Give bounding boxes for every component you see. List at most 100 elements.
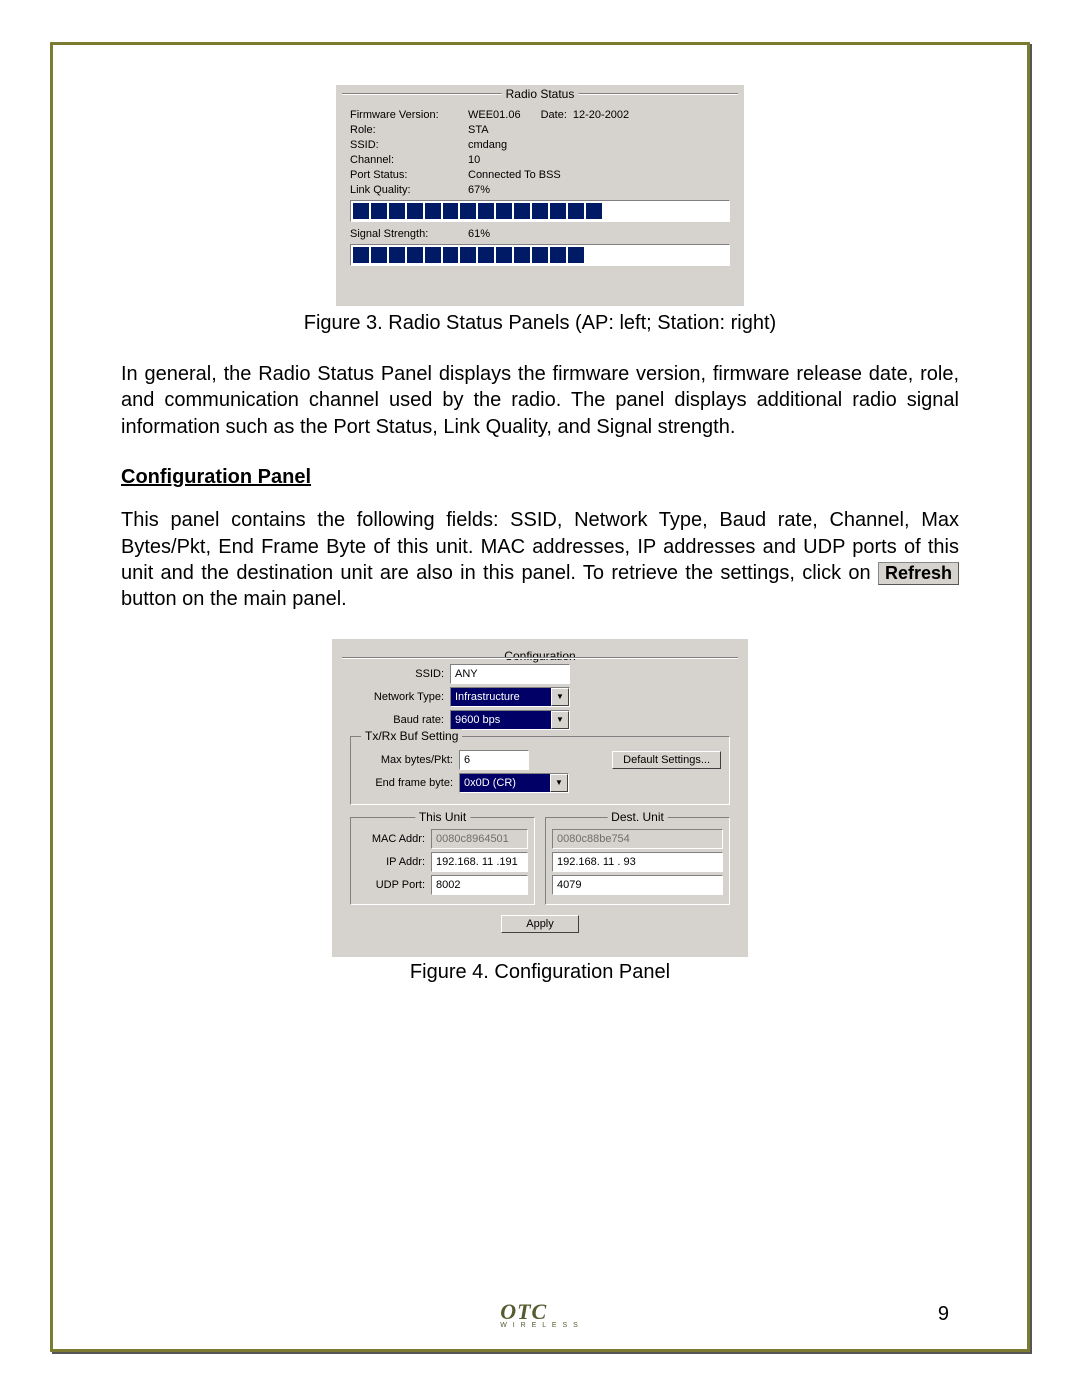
value-role: STA <box>468 124 730 136</box>
bar-segment <box>353 203 369 219</box>
input-this-mac: 0080c8964501 <box>431 829 528 849</box>
bar-segment <box>478 247 494 263</box>
label-port: Port Status: <box>350 169 468 181</box>
legend-this-unit: This Unit <box>415 810 470 824</box>
bar-segment <box>478 203 494 219</box>
bar-segment <box>586 203 602 219</box>
bar-segment <box>604 247 620 263</box>
bar-segment <box>460 247 476 263</box>
bar-segment <box>711 203 727 219</box>
radio-status-panel: Radio Status Firmware Version: WEE01.06 … <box>336 85 744 306</box>
bar-segment <box>568 247 584 263</box>
legend-txrx: Tx/Rx Buf Setting <box>361 729 462 743</box>
chevron-down-icon: ▼ <box>551 711 569 729</box>
value-date: 12-20-2002 <box>573 109 629 121</box>
input-dest-ip[interactable]: 192.168. 11 . 93 <box>552 852 723 872</box>
refresh-button-inline[interactable]: Refresh <box>878 562 959 585</box>
row-channel: Channel: 10 <box>350 154 730 166</box>
value-lq: 67% <box>468 184 730 196</box>
bar-segment <box>407 203 423 219</box>
input-dest-udp[interactable]: 4079 <box>552 875 723 895</box>
bar-segment <box>568 203 584 219</box>
bar-segment <box>460 203 476 219</box>
page-number: 9 <box>938 1303 949 1326</box>
label-channel: Channel: <box>350 154 468 166</box>
bar-segment <box>693 203 709 219</box>
value-cfg-ssid: ANY <box>455 668 478 680</box>
chevron-down-icon: ▼ <box>551 688 569 706</box>
paragraph-radio-status: In general, the Radio Status Panel displ… <box>121 361 959 440</box>
bar-segment <box>640 247 656 263</box>
legend-dest-unit: Dest. Unit <box>607 810 668 824</box>
group-txrx: Tx/Rx Buf Setting Max bytes/Pkt: 6 Defau… <box>350 736 730 805</box>
row-linkquality: Link Quality: 67% <box>350 184 730 196</box>
input-ssid[interactable]: ANY <box>450 664 570 684</box>
value-baud: 9600 bps <box>455 714 500 726</box>
logo-subtext: W I R E L E S S <box>500 1322 580 1329</box>
page-footer: OTC W I R E L E S S 9 <box>53 1299 1027 1329</box>
default-settings-button[interactable]: Default Settings... <box>612 751 721 769</box>
value-dest-mac: 0080c88be754 <box>557 833 630 845</box>
label-ss: Signal Strength: <box>350 228 468 240</box>
bar-segment <box>550 247 566 263</box>
bar-segment <box>604 203 620 219</box>
input-this-udp[interactable]: 8002 <box>431 875 528 895</box>
label-mac: MAC Addr: <box>357 833 425 845</box>
input-maxbytes[interactable]: 6 <box>459 750 529 770</box>
label-date: Date: <box>541 109 567 121</box>
bar-segment <box>711 247 727 263</box>
input-this-ip[interactable]: 192.168. 11 .191 <box>431 852 528 872</box>
unit-columns: This Unit MAC Addr: 0080c8964501 IP Addr… <box>350 811 730 911</box>
bar-segment <box>514 203 530 219</box>
bar-segment <box>586 247 602 263</box>
para2-part-b: button on the main panel. <box>121 588 347 610</box>
row-ssid: SSID: cmdang <box>350 139 730 151</box>
figure3-caption: Figure 3. Radio Status Panels (AP: left;… <box>121 312 959 335</box>
bar-segment <box>622 203 638 219</box>
value-channel: 10 <box>468 154 730 166</box>
config-groupline <box>342 657 738 659</box>
logo: OTC W I R E L E S S <box>500 1299 580 1329</box>
configuration-panel: Configuration SSID: ANY Network Type: In… <box>332 639 748 957</box>
para2-part-a: This panel contains the following fields… <box>121 509 959 584</box>
bar-segment <box>640 203 656 219</box>
label-nettype: Network Type: <box>350 691 450 703</box>
value-this-ip: 192.168. 11 .191 <box>436 856 518 868</box>
value-port: Connected To BSS <box>468 169 730 181</box>
bar-segment <box>532 203 548 219</box>
config-legend: Configuration <box>500 649 579 663</box>
bar-segment <box>353 247 369 263</box>
combo-endframe[interactable]: 0x0D (CR) ▼ <box>459 773 569 793</box>
apply-button[interactable]: Apply <box>501 915 579 933</box>
bar-segment <box>550 203 566 219</box>
bar-segment <box>675 203 691 219</box>
signal-strength-bar <box>350 244 730 266</box>
bar-segment <box>443 247 459 263</box>
group-dest-unit: Dest. Unit 0080c88be754 192.168. 11 . 93… <box>545 817 730 905</box>
bar-segment <box>371 203 387 219</box>
value-firmware: WEE01.06 <box>468 109 521 121</box>
value-ss: 61% <box>468 228 730 240</box>
combo-network-type[interactable]: Infrastructure ▼ <box>450 687 570 707</box>
bar-segment <box>425 203 441 219</box>
bar-segment <box>443 203 459 219</box>
value-dest-udp: 4079 <box>557 879 581 891</box>
bar-segment <box>657 203 673 219</box>
bar-segment <box>407 247 423 263</box>
paragraph-config: This panel contains the following fields… <box>121 507 959 613</box>
bar-segment <box>496 203 512 219</box>
value-dest-ip: 192.168. 11 . 93 <box>557 856 636 868</box>
label-role: Role: <box>350 124 468 136</box>
group-this-unit: This Unit MAC Addr: 0080c8964501 IP Addr… <box>350 817 535 905</box>
combo-baud-rate[interactable]: 9600 bps ▼ <box>450 710 570 730</box>
radio-status-legend: Radio Status <box>502 87 579 101</box>
row-port: Port Status: Connected To BSS <box>350 169 730 181</box>
bar-segment <box>675 247 691 263</box>
bar-segment <box>657 247 673 263</box>
bar-segment <box>371 247 387 263</box>
chevron-down-icon: ▼ <box>550 774 568 792</box>
section-heading-config: Configuration Panel <box>121 466 959 489</box>
bar-segment <box>532 247 548 263</box>
label-ssid: SSID: <box>350 139 468 151</box>
row-signalstrength: Signal Strength: 61% <box>350 228 730 240</box>
